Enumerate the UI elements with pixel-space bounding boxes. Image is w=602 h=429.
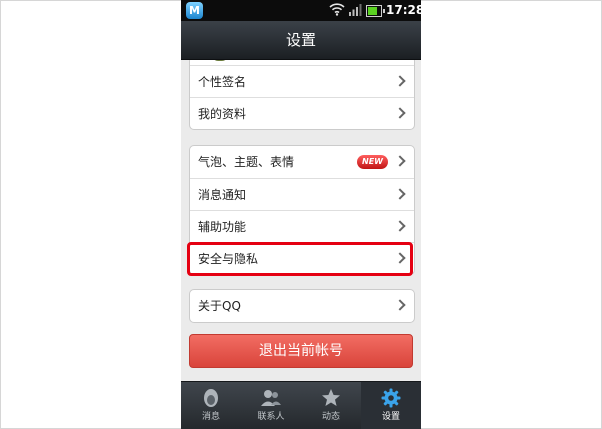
- settings-item-signature[interactable]: 个性签名: [190, 65, 414, 97]
- chevron-right-icon: [394, 188, 406, 200]
- signal-icon: [349, 4, 362, 16]
- tab-label: 联系人: [257, 412, 285, 422]
- settings-list: 个性签名 我的资料 气泡、主题、表情 NEW 消息通知 辅助功能 安全与隐私 关…: [181, 60, 421, 381]
- settings-item-label: 关于QQ: [198, 299, 241, 313]
- settings-item-label: 安全与隐私: [198, 252, 259, 266]
- new-badge: NEW: [357, 155, 388, 169]
- status-time: 17:28: [386, 3, 421, 17]
- settings-item-accessibility[interactable]: 辅助功能: [190, 210, 414, 242]
- settings-item-about[interactable]: 关于QQ: [190, 290, 414, 322]
- settings-item-profile[interactable]: 我的资料: [190, 97, 414, 129]
- chevron-right-icon: [394, 252, 406, 264]
- chevron-right-icon: [394, 75, 406, 87]
- chevron-right-icon: [394, 220, 406, 232]
- settings-item-label: 消息通知: [198, 188, 247, 202]
- settings-item-security-privacy[interactable]: 安全与隐私: [190, 242, 414, 274]
- app-notification-icon: M: [186, 2, 203, 19]
- logout-button[interactable]: 退出当前帐号: [189, 334, 413, 368]
- gear-icon: [381, 388, 401, 408]
- settings-item-notifications[interactable]: 消息通知: [190, 178, 414, 210]
- settings-item-label: 个性签名: [198, 75, 247, 89]
- settings-item-bubble-theme[interactable]: 气泡、主题、表情 NEW: [190, 146, 414, 178]
- tab-messages[interactable]: 消息: [181, 382, 241, 429]
- page-title: 设置: [181, 21, 421, 60]
- settings-item-label: 辅助功能: [198, 220, 247, 234]
- star-icon: [322, 389, 340, 406]
- contacts-icon: [261, 390, 281, 406]
- chevron-right-icon: [394, 155, 406, 167]
- chevron-right-icon: [394, 299, 406, 311]
- tab-label: 设置: [381, 412, 400, 422]
- tab-settings[interactable]: 设置: [361, 382, 421, 429]
- battery-icon: [366, 5, 385, 17]
- settings-item-label: 我的资料: [198, 107, 247, 121]
- tab-contacts[interactable]: 联系人: [241, 382, 301, 429]
- settings-group-about: 关于QQ: [189, 289, 415, 323]
- tab-feed[interactable]: 动态: [301, 382, 361, 429]
- settings-group-general: 气泡、主题、表情 NEW 消息通知 辅助功能 安全与隐私: [189, 145, 415, 275]
- tab-label: 动态: [321, 412, 340, 422]
- bottom-tab-bar: 消息 联系人 动态 设置: [181, 381, 421, 429]
- wifi-icon: [329, 3, 345, 16]
- tab-label: 消息: [201, 412, 220, 422]
- phone-screen: M 17:28 设置 个性签名 我的资料 气泡、主题、表情 NEW 消息通知 辅…: [181, 0, 421, 429]
- status-bar: M 17:28: [181, 0, 421, 21]
- settings-item-label: 气泡、主题、表情: [198, 155, 295, 169]
- chevron-right-icon: [394, 107, 406, 119]
- settings-group-profile: 个性签名 我的资料: [189, 60, 415, 130]
- penguin-icon: [204, 389, 218, 407]
